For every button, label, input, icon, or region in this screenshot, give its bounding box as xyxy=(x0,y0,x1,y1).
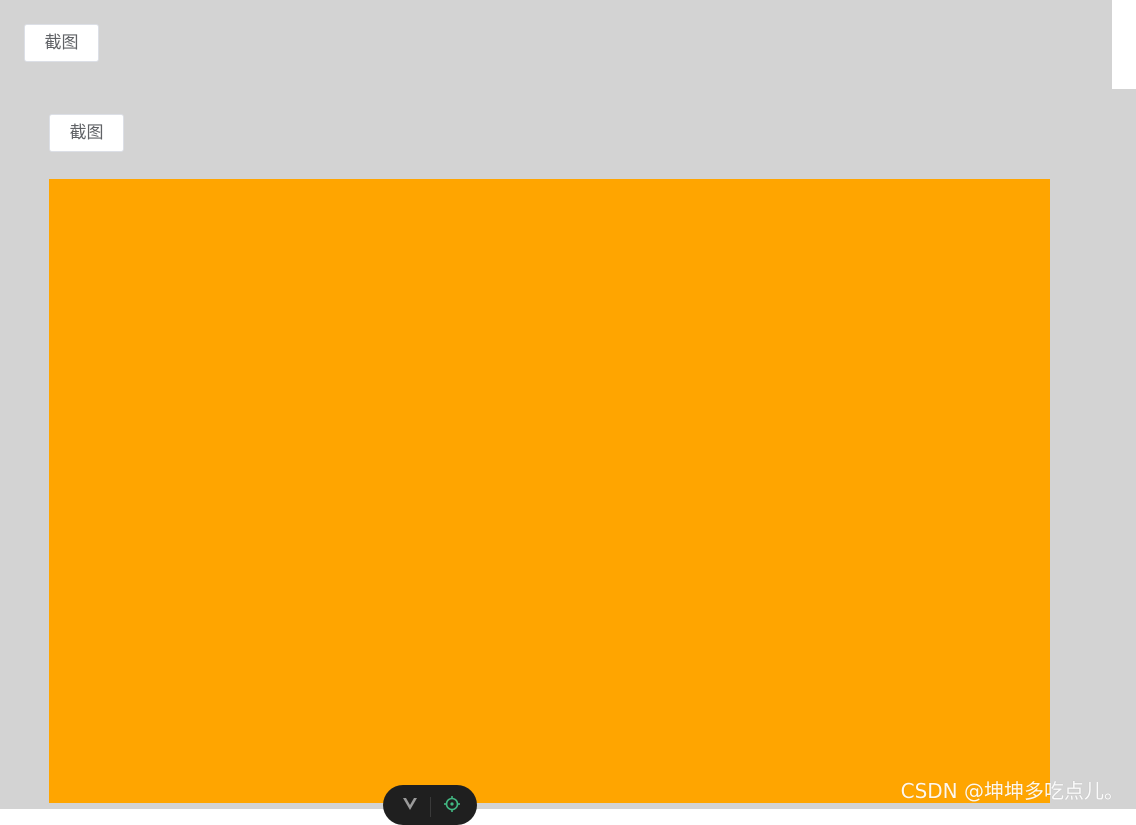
vue-logo-icon[interactable] xyxy=(401,795,419,813)
capture-area xyxy=(49,179,1050,803)
devtools-divider xyxy=(430,797,431,817)
screenshot-button-outer[interactable]: 截图 xyxy=(24,24,99,62)
watermark: CSDN @坤坤多吃点儿。 xyxy=(900,779,1124,803)
vue-devtools-toggle[interactable] xyxy=(383,785,477,825)
target-icon[interactable] xyxy=(443,795,461,813)
screenshot-button-inner[interactable]: 截图 xyxy=(49,114,124,152)
